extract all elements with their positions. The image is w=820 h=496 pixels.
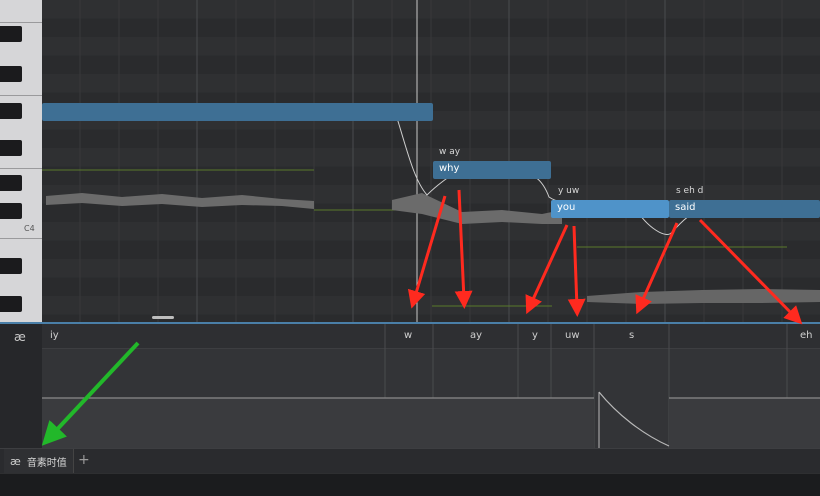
piano-roll[interactable]: w ay why y uw you s eh d said [42,0,820,322]
black-key[interactable] [0,103,22,119]
phoneme-duration-graph[interactable] [42,324,820,448]
tab-phoneme-duration[interactable]: æ 音素时值 [4,449,74,473]
black-key[interactable] [0,203,22,219]
key-divider [0,168,42,169]
black-key[interactable] [0,66,22,82]
editor-window: C4 w ay why y uw you s eh d said æ iy w … [0,0,820,496]
octave-label: C4 [24,224,35,233]
note-phonemes: s eh d [676,186,704,196]
key-divider [0,95,42,96]
black-key[interactable] [0,175,22,191]
black-key[interactable] [0,258,22,274]
lane-header: æ [0,324,43,448]
black-key[interactable] [0,296,22,312]
black-key[interactable] [0,26,22,42]
note-block-said[interactable]: said [669,200,820,218]
note-phonemes: y uw [558,186,580,196]
phoneme-lane-icon: æ [14,330,26,344]
note-lyric: why [439,163,460,174]
tab-label: 音素时值 [26,457,67,469]
note-block-you[interactable]: you [551,200,669,218]
key-divider [0,238,42,239]
lane-tab-bar: æ 音素时值 + [0,448,820,473]
status-bar [0,473,820,496]
note-block-why[interactable]: why [433,161,551,179]
piano-keyboard[interactable]: C4 [0,0,42,322]
note-phonemes: w ay [439,147,461,157]
roll-grid [42,0,820,322]
note-block[interactable] [42,103,433,121]
add-tab-button[interactable]: + [78,452,90,468]
horizontal-scroll-thumb[interactable] [152,316,174,319]
phoneme-icon: æ [10,454,21,468]
note-lyric: said [675,202,696,213]
note-lyric: you [557,202,576,213]
phoneme-lane[interactable]: iy w ay y uw s eh [42,324,820,448]
black-key[interactable] [0,140,22,156]
key-divider [0,22,42,23]
